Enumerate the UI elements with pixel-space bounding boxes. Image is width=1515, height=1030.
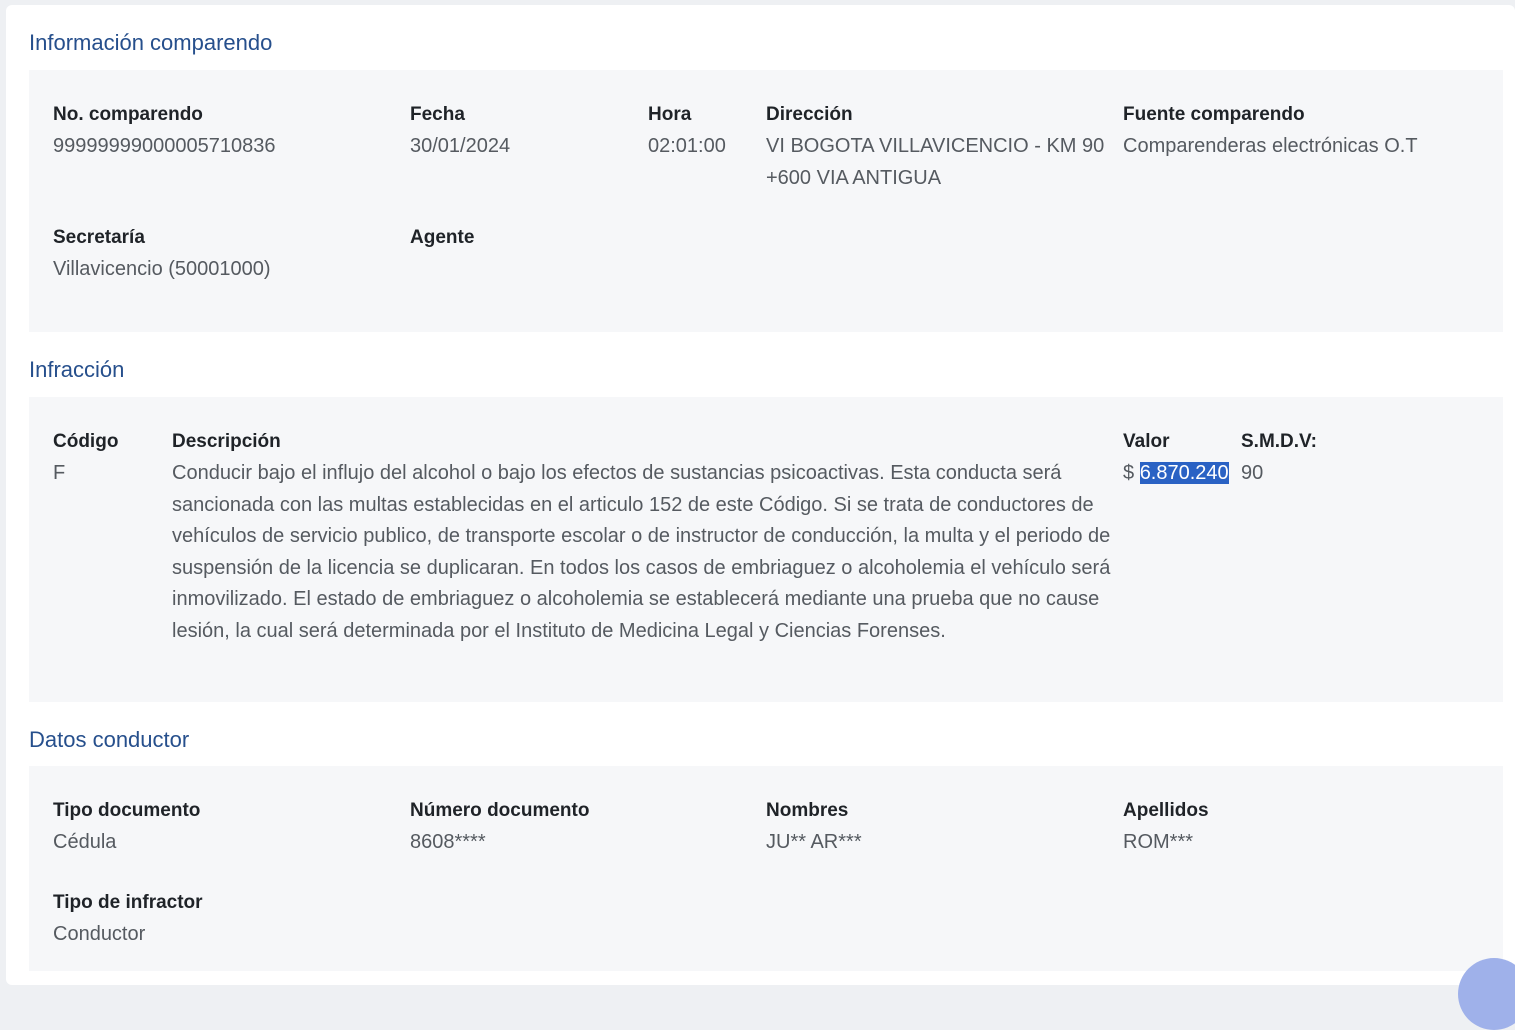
apellidos-label: Apellidos <box>1123 800 1209 821</box>
valor-value: $ 6.870.240 <box>1123 458 1229 490</box>
direccion-label: Dirección <box>766 104 853 125</box>
field-valor: Valor $ 6.870.240 <box>1123 430 1229 490</box>
codigo-value: F <box>53 462 66 484</box>
field-agente: Agente <box>410 226 474 254</box>
fuente-comparendo-label: Fuente comparendo <box>1123 104 1305 125</box>
smdv-label: S.M.D.V: <box>1241 431 1318 452</box>
infraccion-panel: Código F Descripción Conducir bajo el in… <box>29 397 1503 702</box>
secretaria-label: Secretaría <box>53 227 145 248</box>
fecha-label: Fecha <box>410 104 465 125</box>
numero-documento-label: Número documento <box>410 800 590 821</box>
hora-value: 02:01:00 <box>648 135 726 157</box>
field-codigo: Código F <box>53 430 118 490</box>
tipo-infractor-value: Conductor <box>53 923 146 945</box>
no-comparendo-value: 99999999000005710836 <box>53 135 276 157</box>
field-fuente-comparendo: Fuente comparendo Comparenderas electrón… <box>1123 103 1418 163</box>
field-fecha: Fecha 30/01/2024 <box>410 103 510 163</box>
field-apellidos: Apellidos ROM*** <box>1123 799 1209 859</box>
nombres-value: JU** AR*** <box>766 831 862 853</box>
field-no-comparendo: No. comparendo 99999999000005710836 <box>53 103 275 163</box>
tipo-documento-value: Cédula <box>53 831 117 853</box>
agente-label: Agente <box>410 227 475 248</box>
section-title-comparendo: Información comparendo <box>29 30 273 55</box>
smdv-value: 90 <box>1241 462 1264 484</box>
floating-action-button[interactable] <box>1458 958 1515 1030</box>
conductor-panel: Tipo documento Cédula Número documento 8… <box>29 766 1503 971</box>
descripcion-value: Conducir bajo el influjo del alcohol o b… <box>172 462 1111 642</box>
fuente-comparendo-value: Comparenderas electrónicas O.T <box>1123 135 1418 157</box>
field-secretaria: Secretaría Villavicencio (50001000) <box>53 226 271 286</box>
field-descripcion: Descripción Conducir bajo el influjo del… <box>172 430 1127 647</box>
nombres-label: Nombres <box>766 800 849 821</box>
secretaria-value: Villavicencio (50001000) <box>53 258 271 280</box>
no-comparendo-label: No. comparendo <box>53 104 203 125</box>
descripcion-label: Descripción <box>172 431 281 452</box>
section-title-infraccion: Infracción <box>29 357 125 382</box>
direccion-value: VI BOGOTA VILLAVICENCIO - KM 90 +600 VIA… <box>766 135 1105 189</box>
field-direccion: Dirección VI BOGOTA VILLAVICENCIO - KM 9… <box>766 103 1111 194</box>
field-tipo-infractor: Tipo de infractor Conductor <box>53 891 203 951</box>
fecha-value: 30/01/2024 <box>410 135 511 157</box>
valor-amount[interactable]: 6.870.240 <box>1139 462 1229 484</box>
tipo-documento-label: Tipo documento <box>53 800 201 821</box>
tipo-infractor-label: Tipo de infractor <box>53 892 203 913</box>
field-numero-documento: Número documento 8608**** <box>410 799 589 859</box>
comparendo-panel: No. comparendo 99999999000005710836 Fech… <box>29 70 1503 332</box>
hora-label: Hora <box>648 104 692 125</box>
field-hora: Hora 02:01:00 <box>648 103 726 163</box>
apellidos-value: ROM*** <box>1123 831 1194 853</box>
codigo-label: Código <box>53 431 119 452</box>
field-smdv: S.M.D.V: 90 <box>1241 430 1317 490</box>
section-title-conductor: Datos conductor <box>29 727 190 752</box>
valor-currency: $ <box>1123 462 1135 484</box>
field-tipo-documento: Tipo documento Cédula <box>53 799 200 859</box>
field-nombres: Nombres JU** AR*** <box>766 799 862 859</box>
valor-label: Valor <box>1123 431 1170 452</box>
numero-documento-value: 8608**** <box>410 831 486 853</box>
